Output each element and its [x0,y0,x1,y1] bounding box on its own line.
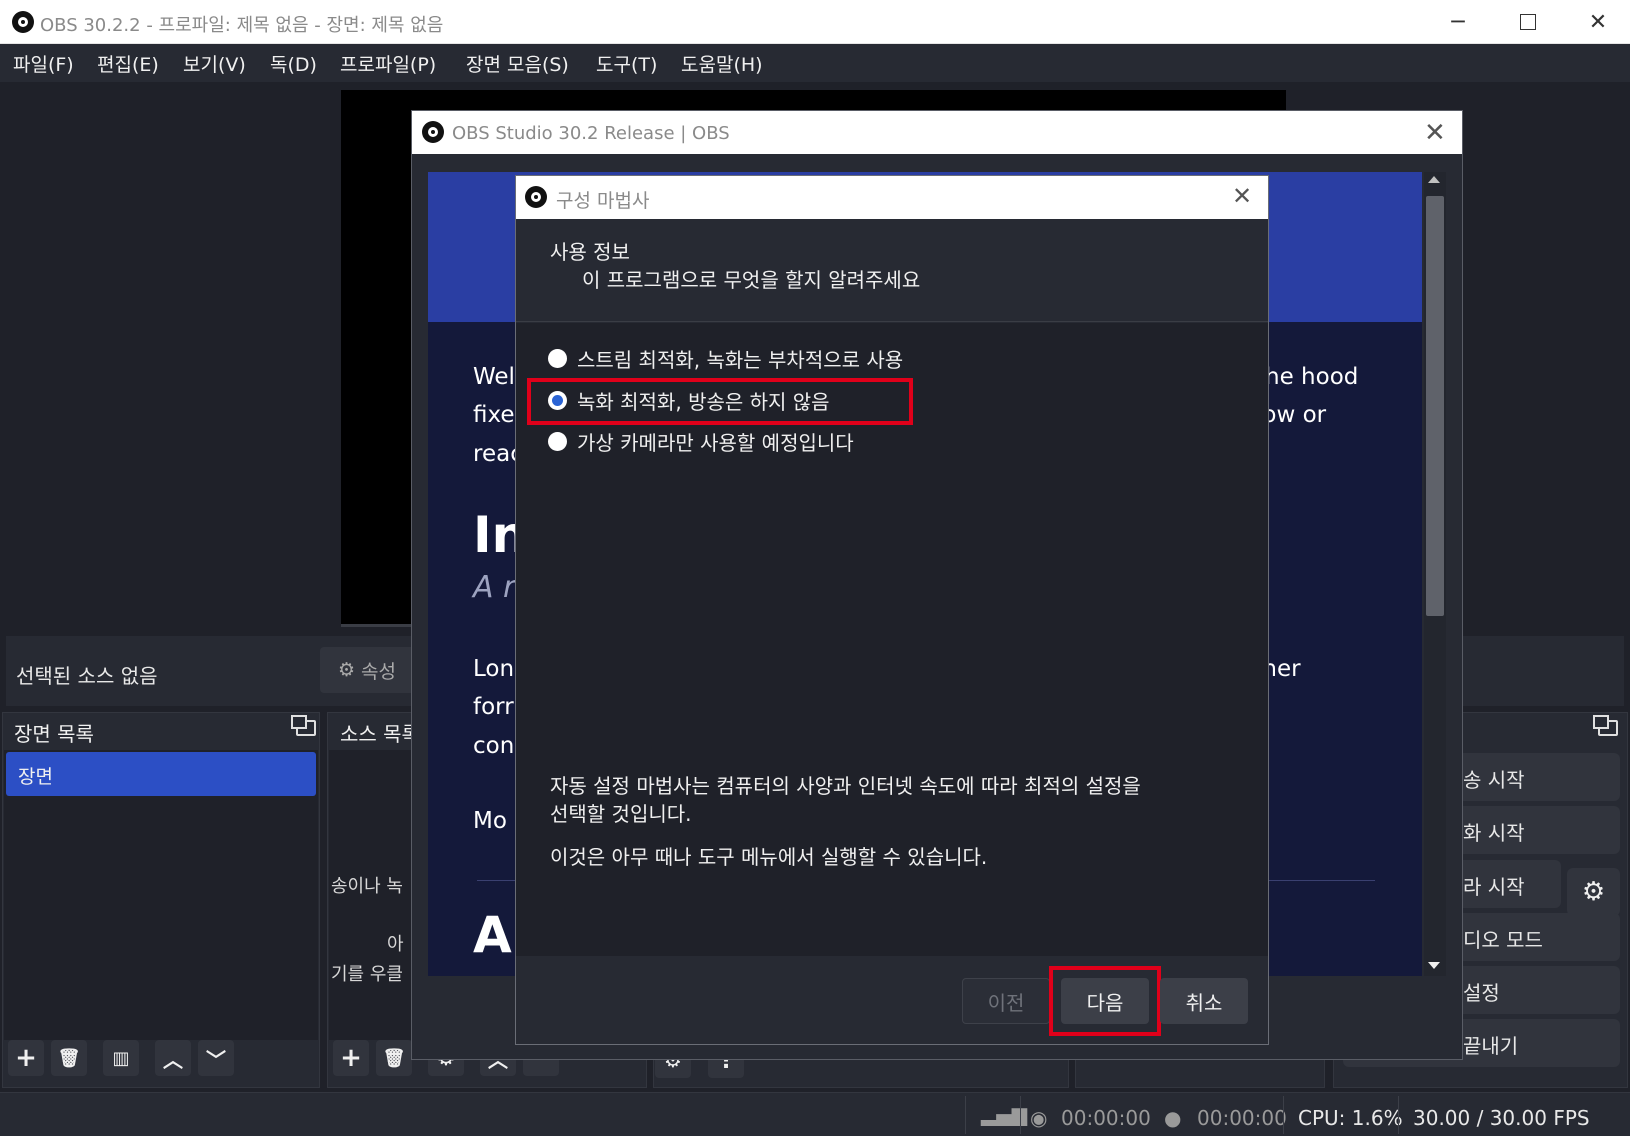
notes-fragment: Mo [473,808,507,834]
filter-icon: ▥ [112,1047,130,1069]
scrollbar-thumb[interactable] [1426,196,1444,616]
scroll-down-arrow-icon[interactable] [1428,962,1440,969]
source-hint-line3: 기를 우클 [331,964,403,985]
dock-float-icon[interactable] [1593,715,1618,736]
virtual-camera-settings-button[interactable]: ⚙ [1567,868,1620,916]
sources-dock-title: 소스 목록 [340,722,420,746]
menu-tools[interactable]: 도구(T) [596,50,657,77]
plus-icon: + [340,1043,362,1073]
wizard-page-subtitle: 이 프로그램으로 무엇을 할지 알려주세요 [582,268,921,292]
menu-view[interactable]: 보기(V) [183,50,246,77]
wizard-title: 구성 마법사 [556,190,650,212]
radio-button-selected[interactable] [548,390,567,410]
release-notes-title: OBS Studio 30.2 Release | OBS [452,123,730,144]
fps-readout: 30.00 / 30.00 FPS [1413,1106,1590,1130]
properties-label: 속성 [361,660,397,683]
notes-heading: A [473,906,512,964]
minimize-button[interactable]: ─ [1428,0,1488,44]
notes-fragment: forr [473,694,514,720]
option-label: 가상 카메라만 사용할 예정입니다 [577,430,854,455]
menu-scene-collection[interactable]: 장면 모음(S) [466,50,569,77]
radio-button[interactable] [548,348,567,368]
close-icon: ✕ [1588,9,1608,35]
radio-button[interactable] [548,431,567,451]
record-time: 00:00:00 [1197,1106,1287,1130]
option-label: 녹화 최적화, 방송은 하지 않음 [577,389,830,414]
previous-button[interactable]: 이전 [962,978,1050,1024]
notes-fragment: fixe [473,402,515,428]
obs-logo-icon [12,11,34,33]
gear-icon: ⚙ [1581,877,1606,907]
notes-fragment: the hood [1256,364,1359,390]
properties-button[interactable]: ⚙ 속성 [320,647,415,693]
scroll-up-arrow-icon[interactable] [1428,176,1440,183]
chevron-up-icon: ︿ [163,1047,183,1072]
wizard-page-title: 사용 정보 [550,240,630,264]
source-hint-line1: 송이나 녹 [331,876,403,897]
menu-bar: 파일(F) 편집(E) 보기(V) 독(D) 프로파일(P) 장면 모음(S) … [0,44,1630,82]
status-separator [1283,1096,1284,1134]
cancel-button[interactable]: 취소 [1160,978,1248,1024]
add-scene-button[interactable]: + [8,1040,44,1076]
status-separator [965,1096,966,1134]
menu-file[interactable]: 파일(F) [13,50,74,77]
wizard-close-button[interactable]: ✕ [1232,182,1252,210]
source-hint-line2: 아 [387,934,404,955]
menu-dock[interactable]: 독(D) [270,50,317,77]
plus-icon: + [15,1043,37,1073]
trash-icon: 🗑 [57,1047,81,1069]
close-icon: ✕ [1424,118,1446,148]
status-separator [1020,1096,1021,1134]
remove-source-button[interactable]: 🗑 [376,1040,412,1076]
add-source-button[interactable]: + [333,1040,369,1076]
window-title: OBS 30.2.2 - 프로파일: 제목 없음 - 장면: 제목 없음 [40,15,444,36]
notes-fragment: con [473,733,515,759]
wizard-info-text: 자동 설정 마법사는 컴퓨터의 사양과 인터넷 속도에 따라 최적의 설정을 선… [550,772,1141,828]
scene-up-button[interactable]: ︿ [155,1040,191,1076]
notes-fragment: Lon [473,656,515,682]
close-button[interactable]: ✕ [1568,0,1628,44]
stream-time: 00:00:00 [1061,1106,1151,1130]
notes-subheading: A r [473,570,516,605]
remove-scene-button[interactable]: 🗑 [51,1040,87,1076]
notes-fragment: Wel [473,364,515,390]
stream-status-icon: ◉ [1030,1106,1048,1130]
wizard-info-note: 이것은 아무 때나 도구 메뉴에서 실행할 수 있습니다. [550,845,988,869]
info-line: 자동 설정 마법사는 컴퓨터의 사양과 인터넷 속도에 따라 최적의 설정을 [550,774,1141,798]
menu-profile[interactable]: 프로파일(P) [340,50,436,77]
scene-down-button[interactable]: ﹀ [198,1040,234,1076]
option-record-optimize[interactable]: 녹화 최적화, 방송은 하지 않음 [548,385,830,415]
minimize-icon: ─ [1451,9,1465,35]
no-source-label: 선택된 소스 없음 [16,664,158,688]
menu-edit[interactable]: 편집(E) [97,50,159,77]
dock-float-icon[interactable] [291,715,316,736]
status-separator [1398,1096,1399,1134]
close-icon: ✕ [1232,182,1253,210]
cpu-usage: CPU: 1.6% [1298,1106,1403,1130]
maximize-button[interactable] [1498,0,1558,44]
next-button[interactable]: 다음 [1061,978,1149,1024]
menu-help[interactable]: 도움말(H) [681,50,763,77]
scene-item[interactable]: 장면 [6,752,316,796]
info-line: 선택할 것입니다. [550,802,692,826]
trash-icon: 🗑 [382,1047,406,1069]
obs-logo-icon [525,186,547,208]
scenes-dock-title: 장면 목록 [14,722,94,746]
option-virtual-camera[interactable]: 가상 카메라만 사용할 예정입니다 [548,426,854,456]
release-notes-close-button[interactable]: ✕ [1424,118,1446,148]
option-stream-optimize[interactable]: 스트림 최적화, 녹화는 부차적으로 사용 [548,343,903,373]
gear-icon: ⚙ [338,659,356,681]
maximize-icon [1520,14,1536,30]
record-status-icon: ● [1164,1106,1182,1130]
obs-logo-icon [422,121,444,143]
scene-filters-button[interactable]: ▥ [103,1040,139,1076]
chevron-down-icon: ﹀ [206,1047,226,1072]
main-titlebar: OBS 30.2.2 - 프로파일: 제목 없음 - 장면: 제목 없음 ─ ✕ [0,0,1630,44]
option-label: 스트림 최적화, 녹화는 부차적으로 사용 [577,347,904,372]
